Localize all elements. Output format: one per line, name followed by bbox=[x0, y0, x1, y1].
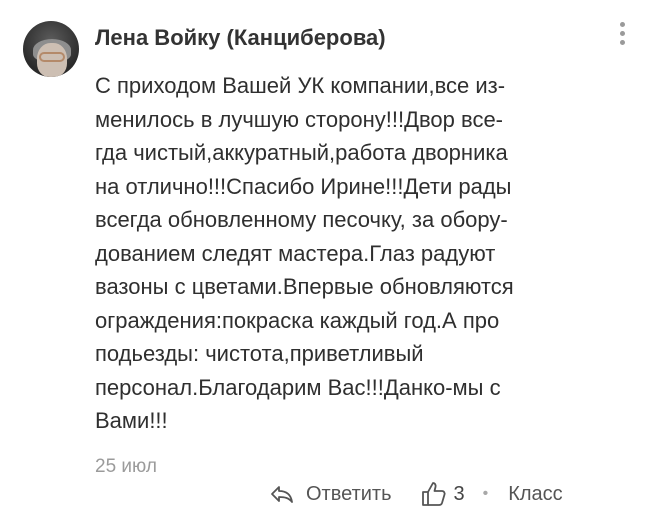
comment-text-line: всегда обновленному песочку, за обору- bbox=[95, 207, 508, 232]
comment-text-line: дованием следят мастера.Глаз радуют bbox=[95, 240, 496, 266]
like-count: 3 bbox=[453, 482, 465, 505]
more-vertical-icon[interactable] bbox=[616, 22, 628, 48]
thumbs-up-icon bbox=[421, 482, 446, 506]
comment-text-line: гда чистый,аккуратный,работа дворника bbox=[95, 140, 508, 165]
comment-text-line: вазоны с цветами.Впервые обновляются bbox=[95, 274, 514, 299]
comment-date: 25 июл bbox=[95, 456, 157, 477]
comment-actions: Ответить 3 • Класс bbox=[270, 478, 563, 510]
comment-text-line: ограждения:покраска каждый год.А про bbox=[95, 307, 500, 333]
avatar[interactable] bbox=[23, 21, 79, 77]
comment-text-line: на отлично!!!Спасибо Ирине!!!Дети рады bbox=[95, 173, 512, 199]
author-name[interactable]: Лена Войку (Канциберова) bbox=[95, 25, 386, 51]
comment-text-line: Вами!!! bbox=[95, 408, 168, 433]
reply-label: Ответить bbox=[306, 482, 392, 505]
comment-text-line: подьезды: чистота,приветливый bbox=[95, 341, 424, 366]
klass-button[interactable]: Класс bbox=[508, 483, 562, 506]
comment-text-line: менилось в лучшую сторону!!!Двор все- bbox=[95, 106, 503, 132]
comment-text: С приходом Вашей УК компании,все из- мен… bbox=[95, 69, 635, 438]
separator-dot: • bbox=[482, 485, 489, 502]
like-button[interactable]: 3 bbox=[420, 480, 465, 508]
comment-text-line: С приходом Вашей УК компании,все из- bbox=[95, 73, 506, 98]
reply-arrow-icon bbox=[271, 486, 293, 503]
reply-button[interactable]: Ответить bbox=[270, 483, 392, 506]
comment-text-line: персонал.Благодарим Вас!!!Данко-мы с bbox=[95, 374, 501, 400]
avatar-glasses bbox=[39, 52, 65, 62]
